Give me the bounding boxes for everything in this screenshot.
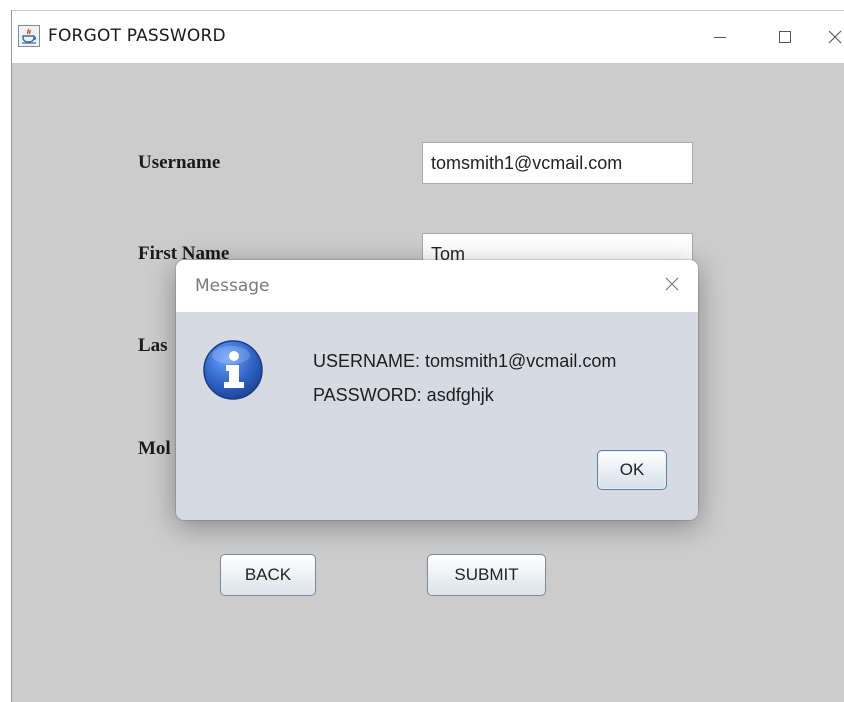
ok-button[interactable]: OK: [597, 450, 667, 490]
message-password-line: PASSWORD: asdfghjk: [313, 385, 494, 405]
window-title: FORGOT PASSWORD: [48, 26, 226, 46]
info-icon: [203, 340, 263, 400]
java-app-icon: [18, 25, 40, 47]
close-icon: [828, 30, 841, 44]
close-button[interactable]: [824, 19, 844, 55]
back-button[interactable]: BACK: [220, 554, 316, 596]
username-label: Username: [138, 152, 221, 173]
submit-button[interactable]: SUBMIT: [427, 554, 546, 596]
window-titlebar[interactable]: FORGOT PASSWORD: [12, 11, 844, 63]
message-username-line: USERNAME: tomsmith1@vcmail.com: [313, 351, 617, 371]
username-input[interactable]: tomsmith1@vcmail.com: [422, 142, 693, 184]
minimize-icon: [714, 37, 726, 38]
close-icon: [665, 277, 679, 291]
dialog-titlebar[interactable]: Message: [176, 260, 698, 312]
maximize-button[interactable]: [762, 19, 808, 55]
dialog-title: Message: [195, 276, 270, 296]
last-name-label: Las: [138, 335, 168, 356]
mobile-label: Mol: [138, 438, 171, 459]
maximize-icon: [779, 31, 791, 43]
dialog-close-button[interactable]: [660, 272, 684, 296]
message-dialog: Message USERNAME: tomsmith1@vcmail.com P…: [176, 260, 698, 520]
minimize-button[interactable]: [697, 19, 743, 55]
